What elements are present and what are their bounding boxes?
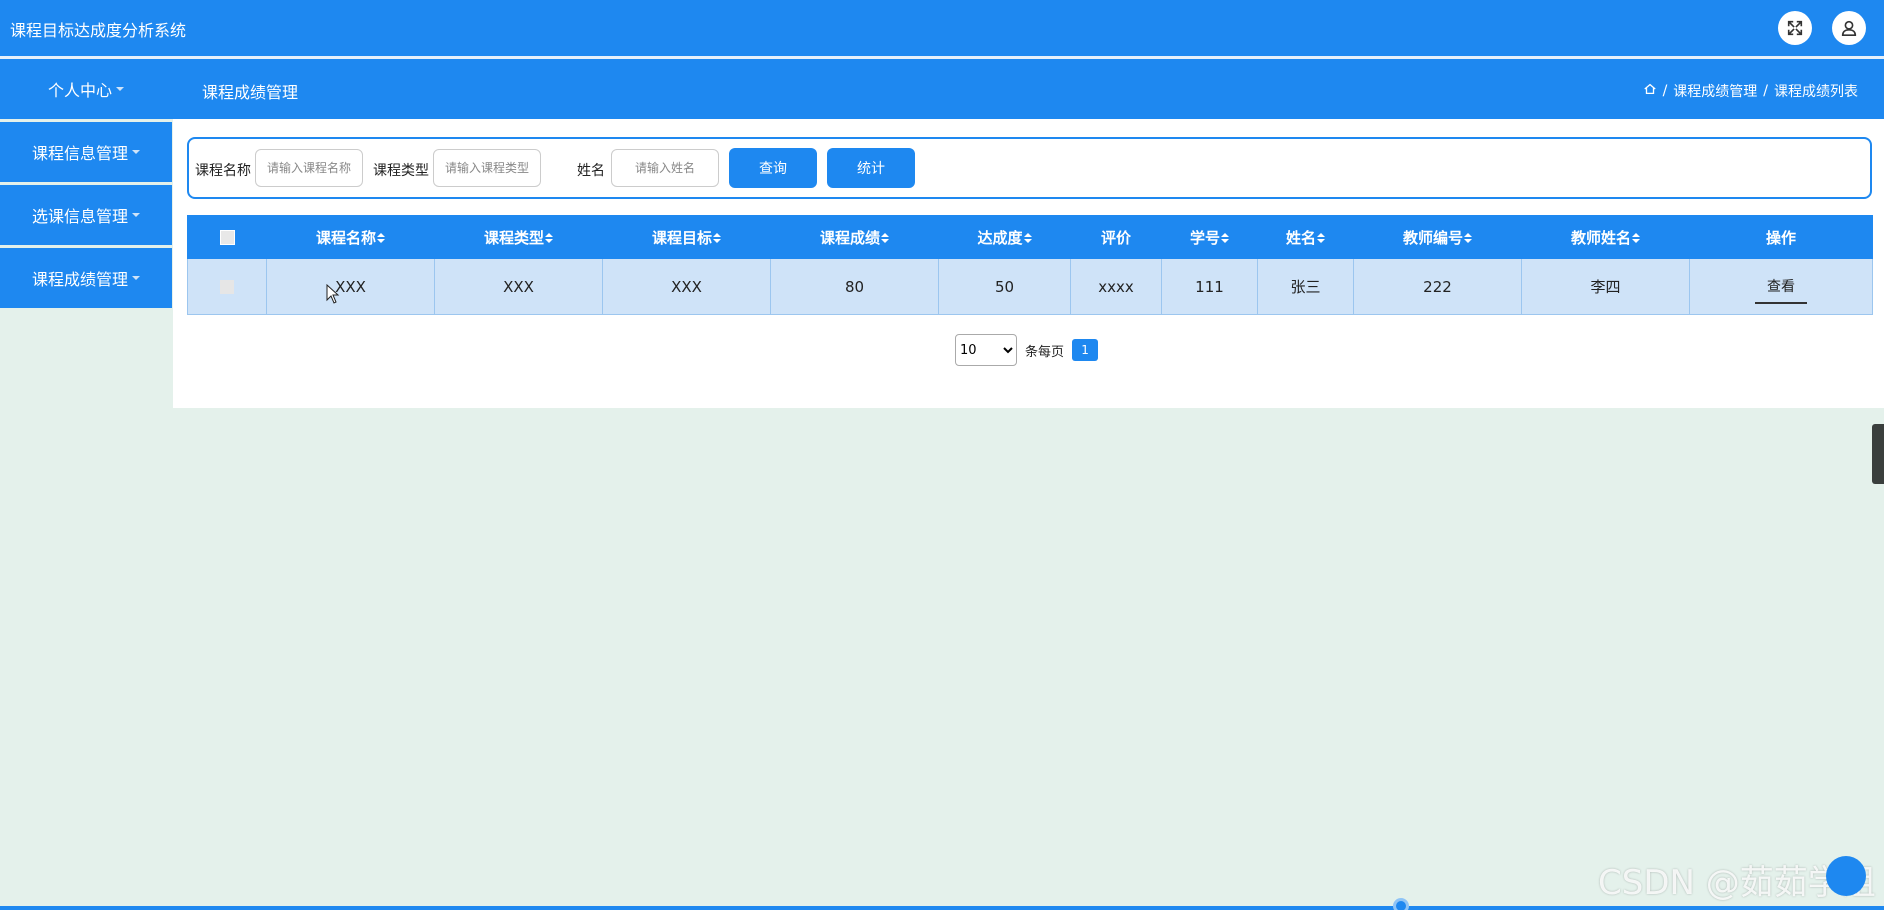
search-form: 课程名称 课程类型 姓名 查询 统计 xyxy=(187,137,1872,199)
query-button[interactable]: 查询 xyxy=(729,148,817,188)
sidebar-item-course-selection[interactable]: 选课信息管理 xyxy=(0,185,172,245)
pagination: 10 条每页 1 xyxy=(955,334,1099,366)
col-course-goal[interactable]: 课程目标 xyxy=(602,215,771,259)
personal-center-menu[interactable]: 个人中心 xyxy=(0,59,172,119)
personal-center-label: 个人中心 xyxy=(47,81,112,100)
top-bar: 课程目标达成度分析系统 xyxy=(0,0,1884,56)
cell-teacher-id: 222 xyxy=(1353,258,1522,315)
sidebar-item-label: 课程成绩管理 xyxy=(31,270,128,289)
user-icon[interactable] xyxy=(1832,11,1866,45)
table-header-row: 课程名称 课程类型 课程目标 课程成绩 达成度 评价 学号 姓名 教师编号 教师… xyxy=(187,215,1873,259)
col-achievement[interactable]: 达成度 xyxy=(938,215,1071,259)
sort-icon xyxy=(1632,233,1640,243)
name-label: 姓名 xyxy=(577,163,605,179)
page-title: 课程成绩管理 xyxy=(202,83,299,102)
course-name-label: 课程名称 xyxy=(195,163,251,179)
name-input[interactable] xyxy=(611,149,719,187)
cell-achievement: 50 xyxy=(938,258,1071,315)
side-handle[interactable] xyxy=(1872,424,1884,484)
cell-student-id: 111 xyxy=(1161,258,1258,315)
sidebar-item-label: 选课信息管理 xyxy=(31,207,128,226)
sidebar-item-course-info[interactable]: 课程信息管理 xyxy=(0,122,172,182)
breadcrumb: / 课程成绩管理 / 课程成绩列表 xyxy=(1643,81,1858,101)
breadcrumb-separator: / xyxy=(1662,83,1668,99)
col-evaluation: 评价 xyxy=(1070,215,1162,259)
progress-handle[interactable] xyxy=(1393,898,1409,910)
cell-action: 查看 xyxy=(1689,258,1873,315)
home-icon[interactable] xyxy=(1643,82,1657,100)
course-type-label: 课程类型 xyxy=(373,163,429,179)
caret-down-icon xyxy=(116,87,124,91)
sidebar-item-label: 课程信息管理 xyxy=(31,144,128,163)
col-action: 操作 xyxy=(1689,215,1873,259)
col-student-id[interactable]: 学号 xyxy=(1161,215,1258,259)
course-name-input[interactable] xyxy=(255,149,363,187)
row-select-cell[interactable] xyxy=(187,258,267,315)
col-course-name[interactable]: 课程名称 xyxy=(266,215,435,259)
view-button[interactable]: 查看 xyxy=(1755,270,1807,304)
row-checkbox[interactable] xyxy=(220,280,234,294)
col-course-type[interactable]: 课程类型 xyxy=(434,215,603,259)
sort-icon xyxy=(545,233,553,243)
sort-icon xyxy=(377,233,385,243)
breadcrumb-item: 课程成绩列表 xyxy=(1774,84,1858,100)
breadcrumb-separator: / xyxy=(1763,83,1768,99)
stats-button[interactable]: 统计 xyxy=(827,148,915,188)
cell-teacher-name: 李四 xyxy=(1521,258,1690,315)
select-all-checkbox[interactable] xyxy=(219,230,235,245)
caret-down-icon xyxy=(132,276,140,280)
sort-icon xyxy=(1221,233,1229,243)
floating-action-button[interactable] xyxy=(1826,856,1866,896)
col-name[interactable]: 姓名 xyxy=(1257,215,1354,259)
content-panel: 课程名称 课程类型 姓名 查询 统计 课程名称 课程类型 课程目标 课程成绩 达… xyxy=(173,119,1884,408)
sort-icon xyxy=(1464,233,1472,243)
cell-evaluation: xxxx xyxy=(1070,258,1162,315)
per-page-label: 条每页 xyxy=(1025,344,1065,360)
page-number-button[interactable]: 1 xyxy=(1072,339,1099,361)
cell-name: 张三 xyxy=(1257,258,1354,315)
mouse-cursor-icon xyxy=(326,284,340,304)
col-score[interactable]: 课程成绩 xyxy=(770,215,939,259)
caret-down-icon xyxy=(132,213,140,217)
col-teacher-id[interactable]: 教师编号 xyxy=(1353,215,1522,259)
page-size-select[interactable]: 10 xyxy=(955,334,1017,366)
sort-icon xyxy=(713,233,721,243)
cell-score: 80 xyxy=(770,258,939,315)
breadcrumb-item[interactable]: 课程成绩管理 xyxy=(1673,81,1757,101)
app-title: 课程目标达成度分析系统 xyxy=(10,21,187,40)
scores-table: 课程名称 课程类型 课程目标 课程成绩 达成度 评价 学号 姓名 教师编号 教师… xyxy=(187,215,1873,315)
sidebar: 课程信息管理 选课信息管理 课程成绩管理 xyxy=(0,122,172,311)
table-row[interactable]: XXX XXX XXX 80 50 xxxx 111 张三 222 李四 查看 xyxy=(187,258,1873,315)
cell-course-goal: XXX xyxy=(602,258,771,315)
progress-track xyxy=(0,906,1884,910)
select-all-header[interactable] xyxy=(187,215,267,259)
sort-icon xyxy=(1023,233,1032,243)
sidebar-item-course-scores[interactable]: 课程成绩管理 xyxy=(0,248,172,308)
col-teacher-name[interactable]: 教师姓名 xyxy=(1521,215,1690,259)
nav-bar: 个人中心 课程成绩管理 / 课程成绩管理 / 课程成绩列表 xyxy=(0,59,1884,119)
sort-icon xyxy=(881,233,889,243)
expand-icon[interactable] xyxy=(1778,11,1812,45)
caret-down-icon xyxy=(132,150,140,154)
sort-icon xyxy=(1317,233,1325,243)
cell-course-name: XXX xyxy=(266,258,435,315)
cell-course-type: XXX xyxy=(434,258,603,315)
course-type-input[interactable] xyxy=(433,149,541,187)
